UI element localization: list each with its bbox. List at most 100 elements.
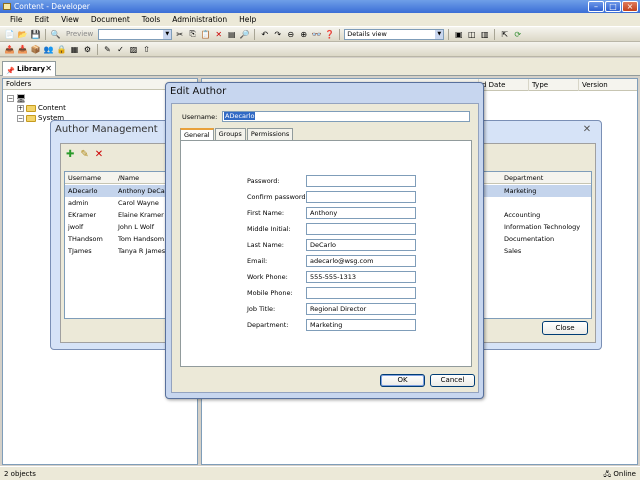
cell-username: THandsom bbox=[68, 235, 103, 243]
folder-icon bbox=[26, 105, 36, 112]
column-header-name[interactable]: Name bbox=[117, 172, 139, 184]
help-icon[interactable]: ❓ bbox=[324, 29, 335, 40]
split-icon[interactable]: ◫ bbox=[466, 29, 477, 40]
add-icon[interactable]: ✚ bbox=[66, 150, 74, 160]
close-icon[interactable]: ✕ bbox=[45, 62, 52, 76]
department-field[interactable]: Marketing bbox=[306, 319, 416, 331]
tab-permissions[interactable]: Permissions bbox=[246, 128, 294, 140]
middle-initial-field[interactable] bbox=[306, 223, 416, 235]
delete-icon[interactable]: ✕ bbox=[95, 150, 103, 160]
edit-author-dialog: Edit Author Username: ADecarlo General G… bbox=[165, 82, 484, 399]
open-folder-icon[interactable]: 📂 bbox=[17, 29, 28, 40]
work-phone-field[interactable]: 555-555-1313 bbox=[306, 271, 416, 283]
first-name-field[interactable]: Anthony bbox=[306, 207, 416, 219]
image-icon[interactable]: ▨ bbox=[128, 44, 139, 55]
close-button[interactable]: Close bbox=[542, 321, 588, 335]
cut-icon[interactable]: ✂ bbox=[174, 29, 185, 40]
mobile-phone-field[interactable] bbox=[306, 287, 416, 299]
paste-icon[interactable]: 📋 bbox=[200, 29, 211, 40]
column-header-type[interactable]: Type bbox=[528, 79, 578, 91]
window-titlebar: Content - Developer – □ × bbox=[0, 0, 640, 13]
toolbar-separator bbox=[254, 28, 256, 40]
view-select[interactable]: Details view ▼ bbox=[344, 28, 445, 40]
statusbar: 2 objects 🖧 Online bbox=[0, 466, 640, 480]
menubar: File Edit View Document Tools Administra… bbox=[0, 13, 640, 27]
work-phone-label: Work Phone: bbox=[247, 273, 288, 281]
zoom-out-icon[interactable]: ⊖ bbox=[285, 29, 296, 40]
menu-help[interactable]: Help bbox=[233, 13, 262, 27]
cell-username: TJames bbox=[68, 247, 92, 255]
redo-icon[interactable]: ↷ bbox=[272, 29, 283, 40]
arrow-up-icon[interactable]: ⇧ bbox=[141, 44, 152, 55]
tools-icon[interactable]: ⚙ bbox=[82, 44, 93, 55]
edit-pencil-icon[interactable]: ✎ bbox=[80, 150, 88, 160]
pin-icon: 📌 bbox=[6, 67, 15, 75]
preview-icon[interactable]: 🔍 bbox=[50, 29, 61, 40]
username-input[interactable]: ADecarlo bbox=[222, 111, 470, 122]
refresh-icon[interactable]: ⟳ bbox=[512, 29, 523, 40]
publish-icon[interactable]: 📤 bbox=[4, 44, 15, 55]
expand-icon[interactable]: + bbox=[17, 105, 24, 112]
undo-icon[interactable]: ↶ bbox=[259, 29, 270, 40]
column-header-version[interactable]: Version bbox=[578, 79, 636, 91]
save-icon[interactable]: 💾 bbox=[30, 29, 41, 40]
tab-groups[interactable]: Groups bbox=[214, 128, 246, 140]
menu-administration[interactable]: Administration bbox=[166, 13, 233, 27]
collapse-icon[interactable]: − bbox=[7, 95, 14, 102]
ok-button[interactable]: OK bbox=[380, 374, 425, 387]
edit-page-icon[interactable]: ✎ bbox=[102, 44, 113, 55]
checkout-icon[interactable]: 📥 bbox=[17, 44, 28, 55]
menu-tools[interactable]: Tools bbox=[136, 13, 166, 27]
menu-document[interactable]: Document bbox=[85, 13, 136, 27]
app-icon bbox=[3, 3, 11, 10]
collapse-icon[interactable]: − bbox=[17, 115, 24, 122]
maximize-button[interactable]: □ bbox=[605, 1, 621, 12]
lock-icon[interactable]: 🔒 bbox=[56, 44, 67, 55]
layout-icon[interactable]: ▣ bbox=[453, 29, 464, 40]
tree-item-content[interactable]: + Content bbox=[17, 104, 66, 113]
cancel-button[interactable]: Cancel bbox=[430, 374, 475, 387]
toolbar-separator bbox=[45, 28, 46, 40]
checkin-icon[interactable]: 📦 bbox=[30, 44, 41, 55]
preview-select[interactable]: ▼ bbox=[98, 28, 173, 40]
email-field[interactable]: adecarlo@wsg.com bbox=[306, 255, 416, 267]
cell-username: EKramer bbox=[68, 211, 97, 219]
export-icon[interactable]: ⇱ bbox=[499, 29, 510, 40]
cell-name: Tom Handsom bbox=[118, 235, 165, 243]
zoom-in-icon[interactable]: ⊕ bbox=[298, 29, 309, 40]
copy-icon[interactable]: ⎘ bbox=[187, 29, 198, 40]
columns-icon[interactable]: ▥ bbox=[479, 29, 490, 40]
preview-button[interactable]: Preview bbox=[63, 30, 96, 38]
password-field[interactable] bbox=[306, 175, 416, 187]
minimize-button[interactable]: – bbox=[588, 1, 604, 12]
tab-library[interactable]: 📌 Library ✕ bbox=[2, 61, 56, 76]
check-icon[interactable]: ✓ bbox=[115, 44, 126, 55]
column-header-date[interactable]: d Date bbox=[478, 79, 528, 91]
username-value: ADecarlo bbox=[224, 112, 256, 120]
cell-department: Information Technology bbox=[504, 223, 581, 231]
close-icon[interactable]: ✕ bbox=[579, 124, 595, 136]
confirm-password-field[interactable] bbox=[306, 191, 416, 203]
column-header-username[interactable]: Username bbox=[65, 172, 115, 184]
tree-root[interactable]: − 🖥 bbox=[7, 94, 26, 103]
menu-view[interactable]: View bbox=[55, 13, 85, 27]
properties-icon[interactable]: ▤ bbox=[226, 29, 237, 40]
toolbar-separator bbox=[448, 28, 450, 40]
delete-icon[interactable]: ✕ bbox=[213, 29, 224, 40]
job-title-field[interactable]: Regional Director bbox=[306, 303, 416, 315]
find-icon[interactable]: 🔎 bbox=[239, 29, 250, 40]
last-name-label: Last Name: bbox=[247, 241, 284, 249]
close-window-button[interactable]: × bbox=[622, 1, 638, 12]
new-document-icon[interactable]: 📄 bbox=[4, 29, 15, 40]
menu-file[interactable]: File bbox=[4, 13, 29, 27]
menu-edit[interactable]: Edit bbox=[29, 13, 56, 27]
connection-status: 🖧 Online bbox=[603, 467, 636, 480]
last-name-field[interactable]: DeCarlo bbox=[306, 239, 416, 251]
binoculars-icon[interactable]: 👓 bbox=[311, 29, 322, 40]
cell-name: Tanya R James bbox=[118, 247, 165, 255]
template-icon[interactable]: ▦ bbox=[69, 44, 80, 55]
column-header-department[interactable]: Department bbox=[501, 172, 543, 184]
email-label: Email: bbox=[247, 257, 268, 265]
department-label: Department: bbox=[247, 321, 289, 329]
users-icon[interactable]: 👥 bbox=[43, 44, 54, 55]
